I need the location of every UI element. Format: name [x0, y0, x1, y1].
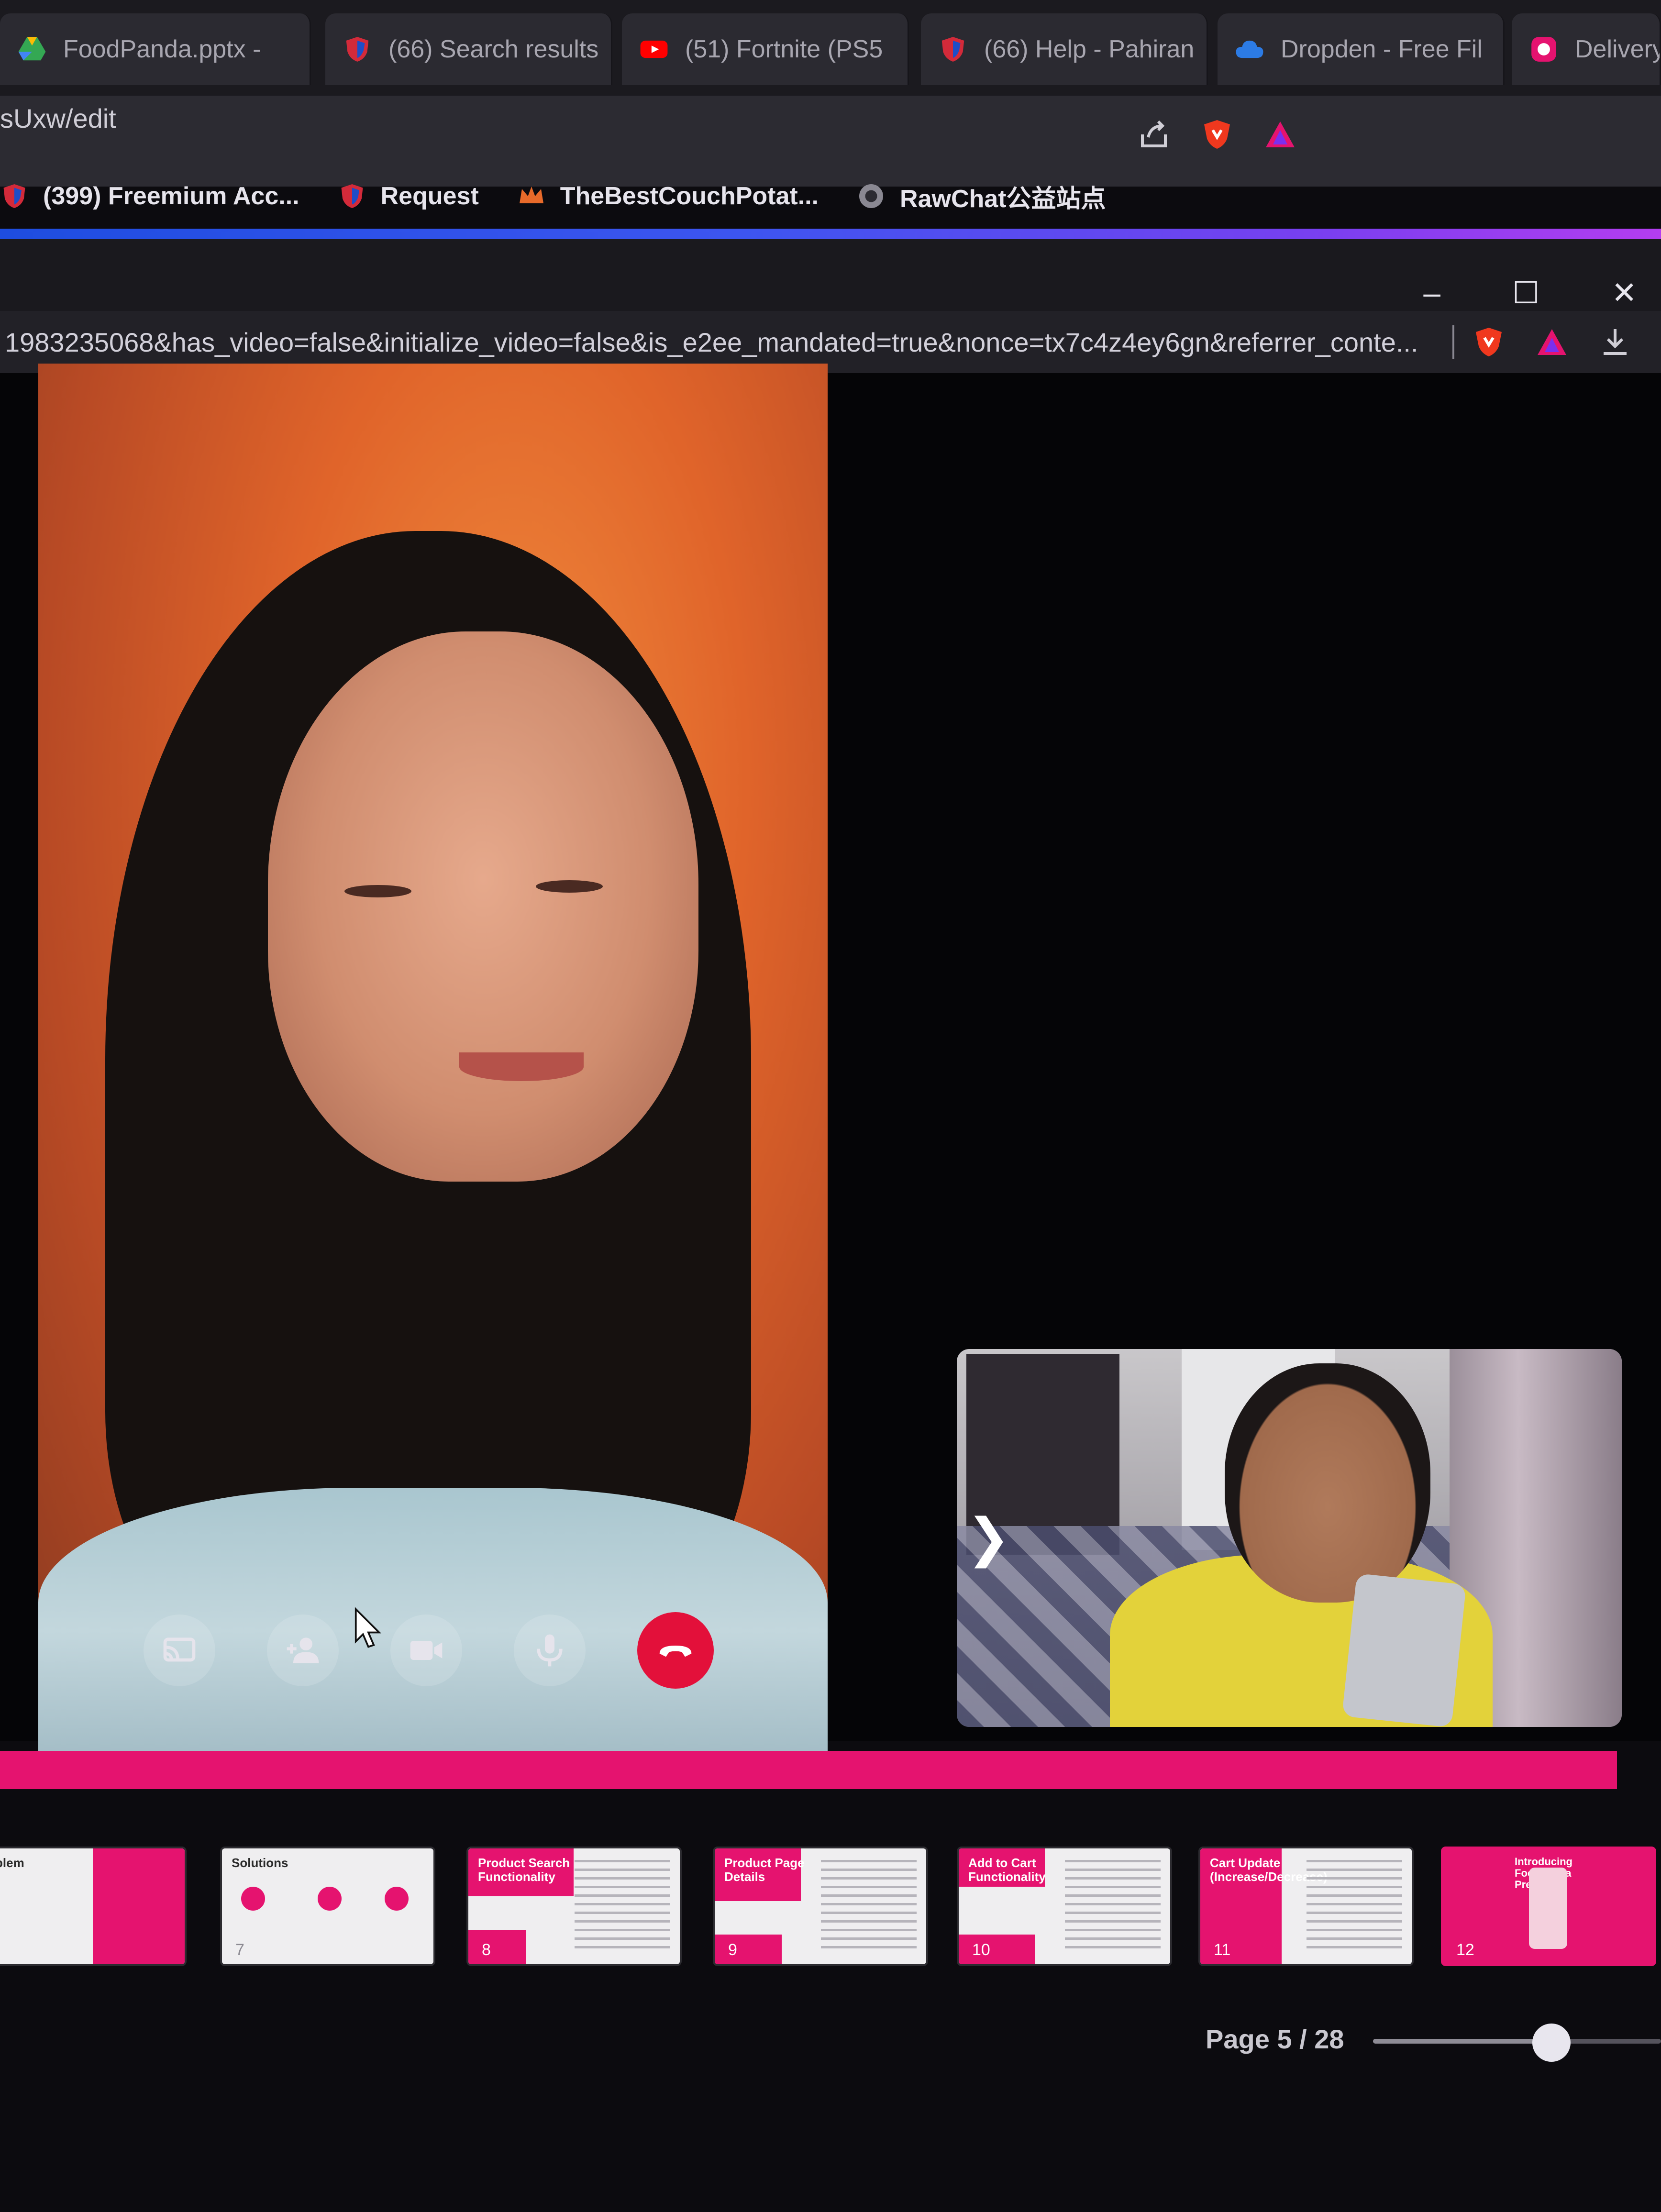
slide-thumbnail[interactable]: Cart Update (Increase/Decrease) 11 — [1198, 1847, 1414, 1966]
tab-dropden[interactable]: Dropden - Free Fil — [1218, 13, 1505, 85]
window-controls: – ☐ ✕ — [1423, 275, 1637, 311]
tab-label: (66) Search results — [388, 35, 599, 63]
self-view-video[interactable]: ❯ — [957, 1349, 1622, 1727]
shield-icon — [941, 37, 964, 62]
divider — [1452, 325, 1454, 359]
bookmark-request[interactable]: Request — [338, 182, 479, 210]
slide-thumbnail[interactable]: Add to Cart Functionality 10 — [957, 1847, 1172, 1966]
slide-title: Product Page Details — [724, 1856, 805, 1884]
video-camera-icon — [410, 1641, 443, 1660]
shield-icon — [341, 184, 363, 208]
google-drive-icon — [18, 37, 46, 61]
bookmark-label: TheBestCouchPotat... — [560, 182, 819, 210]
foodpanda-icon — [1531, 37, 1556, 62]
slide-number: 8 — [482, 1941, 491, 1959]
address-bar-url[interactable]: sUxw/edit — [0, 103, 116, 134]
tab-foodpanda-pptx[interactable]: FoodPanda.pptx - — [0, 13, 311, 85]
slide-thumbnail-selected[interactable]: Introducing Foodpanda Premium 12 — [1441, 1847, 1656, 1966]
tab-label: Dropden - Free Fil — [1281, 35, 1483, 63]
slide-thumbnail[interactable]: Solutions 7 — [220, 1847, 435, 1966]
tab-label: (51) Fortnite (PS5 — [685, 35, 883, 63]
zoom-slider-fill — [1373, 2039, 1552, 2044]
slide-title: Product Search Functionality — [478, 1856, 570, 1884]
slide-thumbnail[interactable]: roblem 6 — [0, 1847, 187, 1966]
slide-title: Solutions — [232, 1856, 288, 1870]
remote-participant-video — [38, 364, 828, 1751]
chat-icon — [859, 184, 884, 208]
add-person-icon — [287, 1637, 319, 1663]
tab-search-results[interactable]: (66) Search results — [325, 13, 612, 85]
screen: FoodPanda.pptx - (66) Search results (51… — [0, 0, 1661, 2212]
bookmark-label: Request — [380, 182, 479, 210]
slide-title: Cart Update (Increase/Decrease) — [1210, 1856, 1328, 1884]
tab-label: (66) Help - Pahiran — [984, 35, 1195, 63]
slide-number: 10 — [972, 1941, 990, 1959]
call-controls — [144, 1612, 714, 1689]
tab-delivery[interactable]: Delivery — [1512, 13, 1661, 85]
bookmark-freemium[interactable]: (399) Freemium Acc... — [0, 182, 299, 210]
add-person-button[interactable] — [267, 1615, 339, 1686]
slide-number: 9 — [728, 1941, 737, 1959]
shield-icon — [3, 184, 25, 208]
brave-rewards-icon[interactable] — [1263, 117, 1297, 152]
browser-tab-strip: FoodPanda.pptx - (66) Search results (51… — [0, 0, 1661, 96]
youtube-icon — [640, 40, 668, 58]
share-icon[interactable] — [1137, 117, 1171, 152]
bookmark-thebestcouchpotato[interactable]: TheBestCouchPotat... — [517, 182, 819, 210]
toolbar-icons — [1137, 117, 1297, 152]
shield-icon — [346, 37, 369, 62]
popup-url[interactable]: 1983235068&has_video=false&initialize_vi… — [0, 327, 1435, 358]
crown-icon — [519, 187, 543, 203]
brand-gradient-line — [0, 229, 1661, 239]
slide-thumbnail-strip: roblem 6 Solutions 7 Product Search Func… — [0, 1847, 1661, 1980]
bookmark-label: RawChat公益站点 — [900, 185, 1106, 213]
tab-fortnite[interactable]: (51) Fortnite (PS5 — [622, 13, 909, 85]
video-toggle-button[interactable] — [390, 1615, 462, 1686]
end-call-icon — [659, 1646, 692, 1657]
bookmark-rawchat[interactable]: RawChat公益站点 — [857, 178, 1106, 214]
microphone-icon — [537, 1634, 563, 1667]
end-call-button[interactable] — [637, 1612, 714, 1689]
slide-title: roblem — [0, 1856, 24, 1870]
slide-number: 11 — [1214, 1941, 1231, 1959]
screen-share-icon — [163, 1637, 196, 1662]
mouse-cursor-icon — [354, 1607, 382, 1648]
maximize-button[interactable]: ☐ — [1512, 275, 1539, 311]
slide-thumbnail[interactable]: Product Page Details 9 — [713, 1847, 928, 1966]
close-button[interactable]: ✕ — [1611, 275, 1637, 311]
slide-title: Add to Cart Functionality — [968, 1856, 1046, 1884]
tab-label: FoodPanda.pptx - — [63, 35, 261, 63]
page-indicator: Page 5 / 28 — [1206, 2024, 1344, 2054]
minimize-button[interactable]: – — [1423, 275, 1440, 311]
cloud-icon — [1236, 40, 1263, 58]
slide-number: 12 — [1456, 1941, 1474, 1959]
bookmarks-bar: (399) Freemium Acc... Request TheBestCou… — [0, 165, 1661, 227]
bookmark-label: (399) Freemium Acc... — [43, 182, 299, 210]
brave-rewards-icon[interactable] — [1535, 325, 1569, 359]
download-icon[interactable] — [1598, 325, 1632, 359]
tab-label: Delivery — [1575, 35, 1661, 63]
brave-shield-icon[interactable] — [1472, 325, 1506, 359]
screen-share-button[interactable] — [144, 1615, 215, 1686]
popup-title-bar — [0, 239, 1661, 311]
slide-thumbnail[interactable]: Product Search Functionality 8 — [466, 1847, 682, 1966]
microphone-button[interactable] — [514, 1615, 586, 1686]
tab-help-pahiran[interactable]: (66) Help - Pahiran — [921, 13, 1208, 85]
expand-chevron-icon[interactable]: ❯ — [966, 1507, 1010, 1568]
brave-shield-icon[interactable] — [1200, 117, 1234, 152]
slide-number: 7 — [235, 1941, 244, 1959]
slide-edge-banner — [0, 1751, 1617, 1789]
zoom-slider-handle[interactable] — [1532, 2024, 1571, 2062]
